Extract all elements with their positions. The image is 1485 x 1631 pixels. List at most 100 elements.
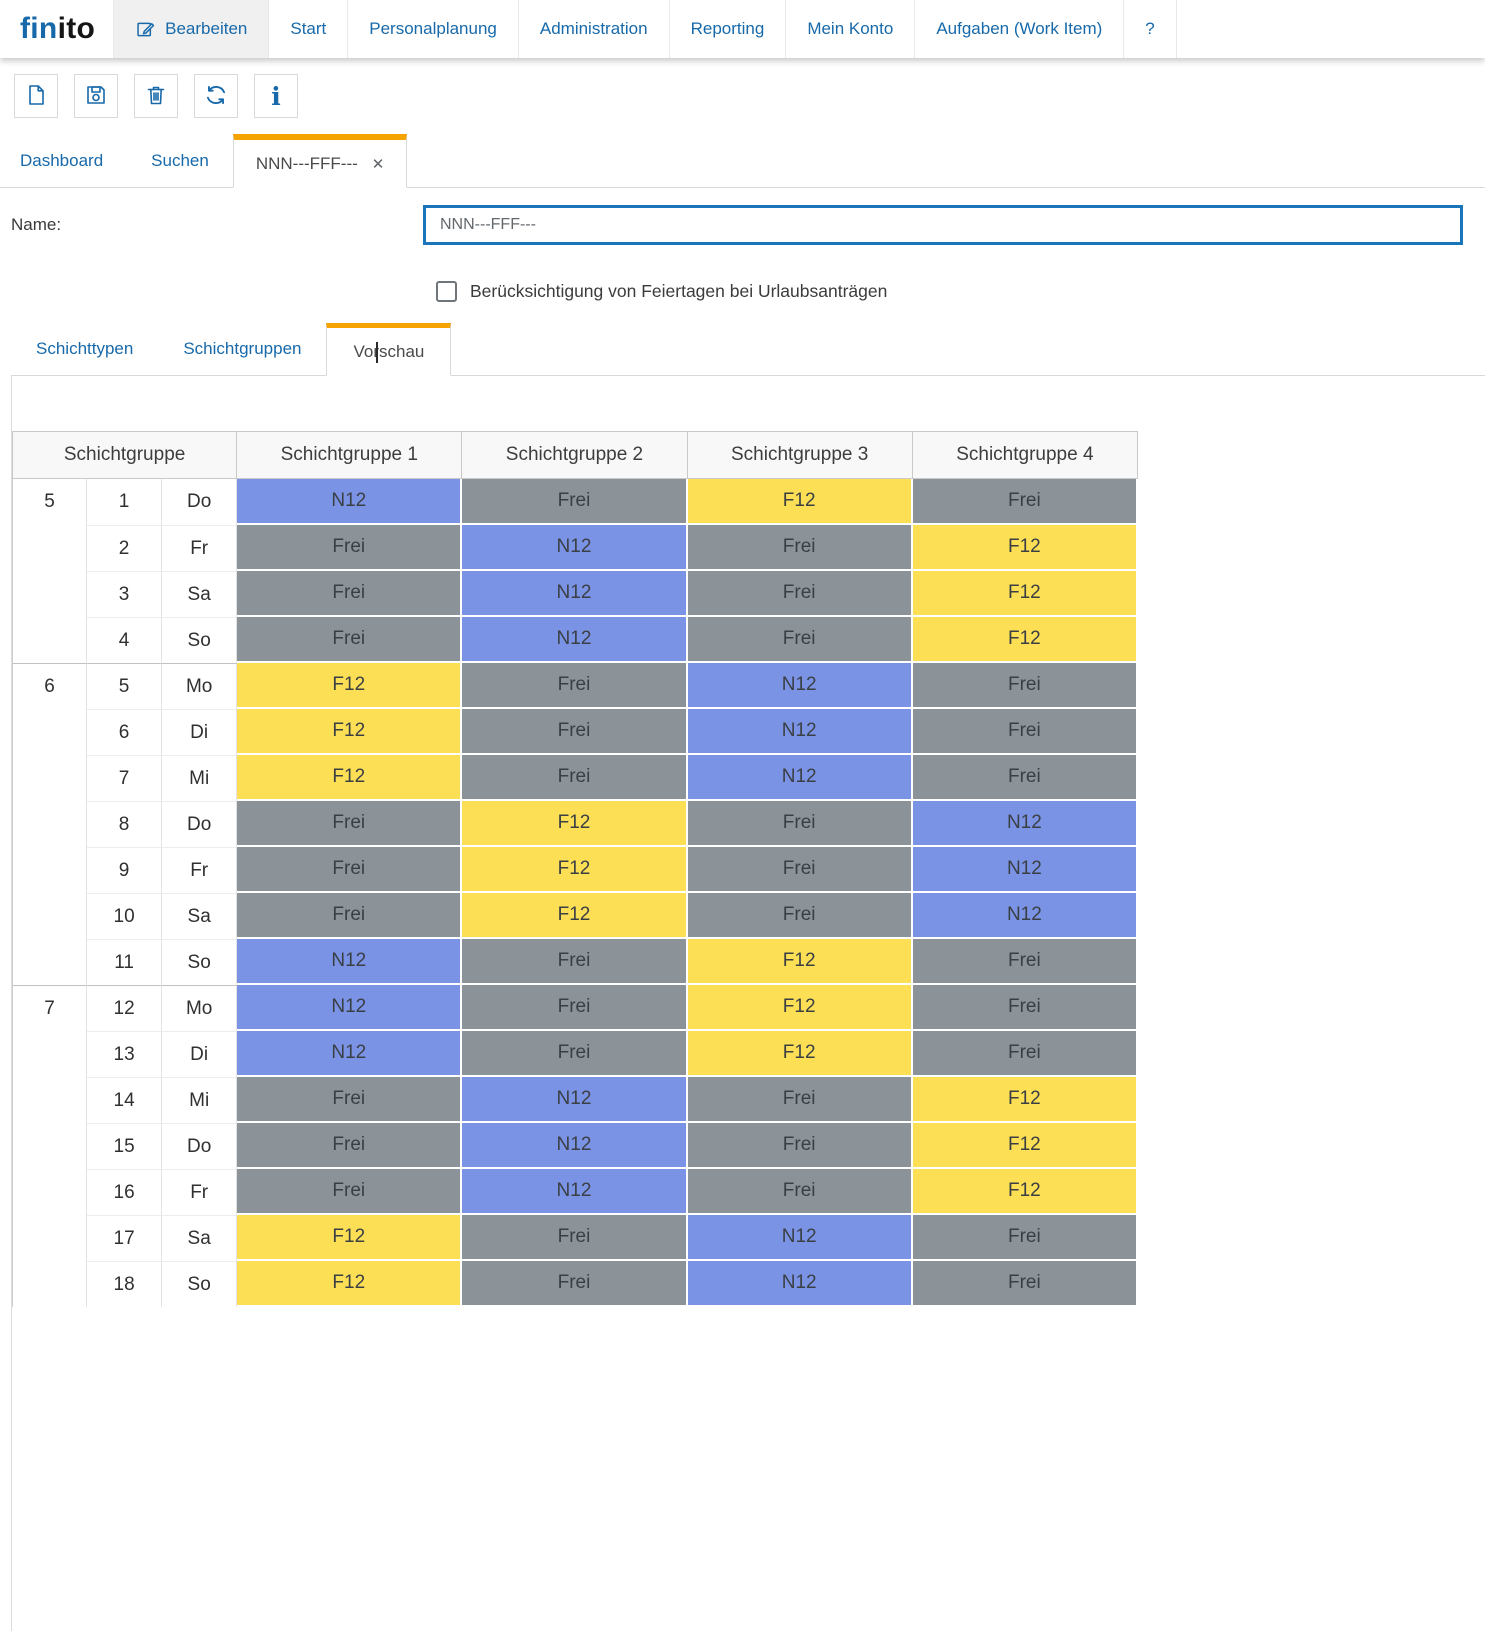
new-document-button[interactable] bbox=[14, 74, 58, 118]
edit-icon bbox=[135, 19, 156, 40]
shift-cell: Frei bbox=[237, 893, 462, 939]
shift-cell: Frei bbox=[913, 755, 1138, 801]
shift-cell: N12 bbox=[913, 847, 1138, 893]
shift-cell: N12 bbox=[688, 663, 913, 709]
shift-cell: Frei bbox=[237, 847, 462, 893]
tab-close-icon[interactable]: ✕ bbox=[372, 155, 385, 173]
delete-button[interactable] bbox=[134, 74, 178, 118]
subtab-schichtgruppen[interactable]: Schichtgruppen bbox=[158, 323, 326, 375]
sync-icon bbox=[203, 82, 229, 111]
shift-cell: Frei bbox=[688, 847, 913, 893]
shift-cell: F12 bbox=[913, 1123, 1138, 1169]
group-header-1: Schichtgruppe 1 bbox=[237, 431, 462, 479]
shift-cell: Frei bbox=[913, 663, 1138, 709]
app-logo[interactable]: finito bbox=[0, 0, 113, 58]
shift-cell: Frei bbox=[462, 1261, 687, 1307]
info-button[interactable]: i bbox=[254, 74, 298, 118]
nav-item-help[interactable]: ? bbox=[1123, 0, 1176, 58]
schedule-row: 17SaF12FreiN12Frei bbox=[12, 1215, 1138, 1261]
shift-cell: Frei bbox=[237, 617, 462, 663]
holiday-checkbox[interactable] bbox=[436, 281, 457, 302]
shift-cell: F12 bbox=[913, 1169, 1138, 1215]
shift-cell: Frei bbox=[237, 1169, 462, 1215]
shift-cell: F12 bbox=[913, 617, 1138, 663]
tab-label: Suchen bbox=[151, 151, 209, 171]
shift-cell: F12 bbox=[237, 755, 462, 801]
sub-tab-bar: Schichttypen SchichtgruppenVorschau bbox=[11, 323, 1485, 376]
subtab-label: Schichttypen bbox=[36, 339, 133, 359]
schedule-row: 7MiF12FreiN12Frei bbox=[12, 755, 1138, 801]
shift-cell: F12 bbox=[237, 1215, 462, 1261]
shift-cell: Frei bbox=[462, 709, 687, 755]
day-number-cell: 7 bbox=[87, 755, 162, 801]
schedule-row: 11SoN12FreiF12Frei bbox=[12, 939, 1138, 985]
day-name-cell: Mo bbox=[162, 663, 237, 709]
tab-dashboard[interactable]: Dashboard bbox=[0, 134, 127, 187]
nav-item-label: Administration bbox=[540, 19, 648, 39]
tab-nnn-fff[interactable]: NNN---FFF---✕ bbox=[233, 134, 408, 188]
nav-item-label: Mein Konto bbox=[807, 19, 893, 39]
tab-suchen[interactable]: Suchen bbox=[127, 134, 233, 187]
nav-item-bearbeiten[interactable]: Bearbeiten bbox=[113, 0, 268, 58]
shift-cell: F12 bbox=[913, 1077, 1138, 1123]
nav-item-personalplanung[interactable]: Personalplanung bbox=[347, 0, 518, 58]
day-number-cell: 18 bbox=[87, 1261, 162, 1307]
schedule-row: 16FrFreiN12FreiF12 bbox=[12, 1169, 1138, 1215]
day-number-cell: 6 bbox=[87, 709, 162, 755]
top-nav: finito Bearbeiten Start Personalplanung Adm… bbox=[0, 0, 1485, 58]
shift-cell: Frei bbox=[237, 801, 462, 847]
nav-item-label: ? bbox=[1145, 19, 1154, 39]
group-header-3: Schichtgruppe 3 bbox=[688, 431, 913, 479]
shift-cell: Frei bbox=[688, 617, 913, 663]
shift-cell: Frei bbox=[913, 1261, 1138, 1307]
shift-cell: F12 bbox=[462, 847, 687, 893]
week-number-cell: 6 bbox=[12, 663, 87, 985]
nav-item-reporting[interactable]: Reporting bbox=[669, 0, 786, 58]
logo-text-dark: ito bbox=[58, 12, 96, 46]
day-name-cell: Do bbox=[162, 801, 237, 847]
shift-cell: Frei bbox=[688, 893, 913, 939]
nav-item-label: Bearbeiten bbox=[165, 19, 247, 39]
main-tab-bar: Dashboard Suchen NNN---FFF---✕ bbox=[0, 134, 1485, 188]
day-number-cell: 13 bbox=[87, 1031, 162, 1077]
file-icon bbox=[24, 83, 48, 110]
nav-item-mein-konto[interactable]: Mein Konto bbox=[785, 0, 914, 58]
holiday-checkbox-row: Berücksichtigung von Feiertagen bei Urla… bbox=[436, 281, 1485, 302]
shift-cell: Frei bbox=[913, 479, 1138, 525]
day-name-cell: Sa bbox=[162, 1215, 237, 1261]
day-number-cell: 3 bbox=[87, 571, 162, 617]
schedule-row: 2FrFreiN12FreiF12 bbox=[12, 525, 1138, 571]
nav-item-start[interactable]: Start bbox=[268, 0, 347, 58]
shift-cell: F12 bbox=[237, 663, 462, 709]
nav-menu: Bearbeiten Start Personalplanung Administra… bbox=[113, 0, 1177, 58]
shift-cell: F12 bbox=[688, 985, 913, 1031]
shift-cell: Frei bbox=[688, 525, 913, 571]
schedule-row: 4SoFreiN12FreiF12 bbox=[12, 617, 1138, 663]
day-name-cell: Fr bbox=[162, 1169, 237, 1215]
text-cursor bbox=[376, 342, 378, 363]
nav-item-label: Reporting bbox=[691, 19, 765, 39]
shift-cell: N12 bbox=[462, 571, 687, 617]
nav-item-aufgaben-work-item[interactable]: Aufgaben (Work Item) bbox=[914, 0, 1123, 58]
shift-cell: N12 bbox=[913, 893, 1138, 939]
refresh-button[interactable] bbox=[194, 74, 238, 118]
day-number-cell: 15 bbox=[87, 1123, 162, 1169]
subtab-vorschau[interactable]: Vorschau bbox=[326, 323, 451, 376]
shift-cell: Frei bbox=[913, 939, 1138, 985]
day-number-cell: 4 bbox=[87, 617, 162, 663]
save-button[interactable] bbox=[74, 74, 118, 118]
shift-cell: N12 bbox=[688, 1215, 913, 1261]
shift-cell: N12 bbox=[688, 1261, 913, 1307]
name-input[interactable] bbox=[423, 205, 1463, 245]
day-number-cell: 14 bbox=[87, 1077, 162, 1123]
shift-cell: F12 bbox=[688, 1031, 913, 1077]
shift-cell: Frei bbox=[237, 525, 462, 571]
nav-item-label: Start bbox=[290, 19, 326, 39]
shift-cell: Frei bbox=[237, 1077, 462, 1123]
subtab-schichttypen[interactable]: Schichttypen bbox=[11, 323, 158, 375]
shift-cell: Frei bbox=[688, 1123, 913, 1169]
logo-text-blue: fin bbox=[20, 12, 58, 46]
shift-cell: Frei bbox=[462, 755, 687, 801]
nav-item-administration[interactable]: Administration bbox=[518, 0, 669, 58]
schedule-row: 3SaFreiN12FreiF12 bbox=[12, 571, 1138, 617]
